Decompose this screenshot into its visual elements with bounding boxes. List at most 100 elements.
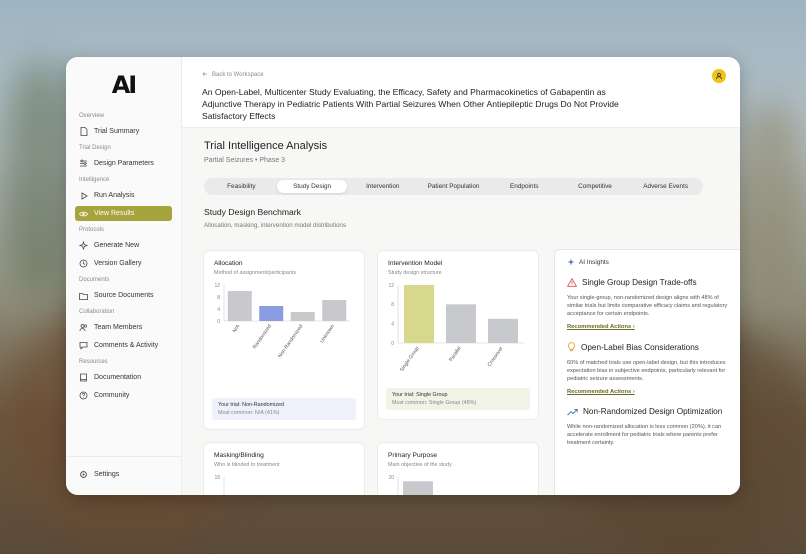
nav-section-heading: Intelligence: [79, 177, 110, 183]
x-tick-label: Non-Randomized: [277, 324, 304, 359]
allocation-trial-box: Your trial: Non-Randomized Most common: …: [212, 398, 356, 420]
tab-patient-population[interactable]: Patient Population: [418, 180, 489, 193]
nav-section: Collaboration Team Members Comments & Acti…: [66, 309, 181, 353]
x-tick-label: N/A: [232, 323, 242, 334]
ai-insights-title: AI Insights: [579, 258, 609, 266]
analysis-subtitle: Partial Seizures • Phase 3: [204, 157, 286, 164]
most-common-value: N/A (41%): [254, 410, 280, 416]
allocation-chart: 0 4 8 12 N/A Randomized Non-Randomized Unknown: [214, 283, 350, 359]
nav-section: Resources Documentation Community: [66, 359, 181, 403]
nav-section-heading: Documents: [79, 277, 110, 283]
tab-adverse-events[interactable]: Adverse Events: [630, 180, 701, 193]
insight-item: Open-Label Bias Considerations 60% of mat…: [567, 342, 728, 395]
sidebar-item-design-parameters[interactable]: Design Parameters: [66, 156, 181, 171]
back-link[interactable]: Back to Workspace: [202, 71, 720, 79]
chat-icon: [79, 341, 88, 350]
masking-subtitle: Who is blinded to treatment: [214, 462, 280, 468]
sidebar-item-label: Documentation: [94, 374, 142, 381]
sidebar-item-label: Community: [94, 392, 130, 399]
y-tick-label: 0: [217, 319, 220, 325]
sidebar-item-trial-summary[interactable]: Trial Summary: [66, 124, 181, 139]
sidebar-item-label: View Results: [94, 210, 135, 217]
trial-title: An Open-Label, Multicenter Study Evaluat…: [202, 87, 619, 121]
sidebar-item-label: Source Documents: [94, 292, 154, 299]
intervention-chart: 0 4 8 12 Single Group Parallel Crossover: [388, 283, 524, 371]
most-common-value: Single Group (48%): [428, 400, 477, 406]
sidebar-item-documentation[interactable]: Documentation: [66, 370, 181, 385]
masking-title: Masking/Blinding: [214, 452, 264, 459]
user-menu-button[interactable]: [712, 69, 726, 83]
intervention-title: Intervention Model: [388, 260, 443, 267]
insight-title: Single Group Design Trade-offs: [567, 278, 728, 287]
insight-title: Non-Randomized Design Optimization: [567, 407, 728, 416]
history-icon: [79, 259, 88, 268]
help-icon: [79, 391, 88, 400]
y-tick-label: 8: [391, 302, 394, 308]
sidebar-item-label: Version Gallery: [94, 260, 142, 267]
sidebar-item-team-members[interactable]: Team Members: [66, 320, 181, 335]
bar: [322, 300, 347, 321]
sidebar-item-label: Trial Summary: [94, 128, 140, 135]
logo-text: AI: [111, 71, 137, 99]
purpose-title: Primary Purpose: [388, 452, 438, 459]
app-logo[interactable]: AI: [66, 71, 181, 99]
warning-icon: [567, 278, 577, 287]
y-tick-label: 12: [214, 283, 220, 289]
nav-section: Protocols Generate New Version Gallery: [66, 227, 181, 271]
your-trial-label: Your trial:: [218, 402, 241, 408]
y-tick-label: 8: [217, 295, 220, 301]
tab-endpoints[interactable]: Endpoints: [489, 180, 560, 193]
sidebar-item-community[interactable]: Community: [66, 388, 181, 403]
intervention-card: Intervention Model Study design structur…: [377, 250, 539, 420]
ai-insights-header: AI Insights: [567, 258, 728, 266]
sidebar-item-settings[interactable]: Settings: [66, 467, 181, 482]
sidebar-item-run-analysis[interactable]: Run Analysis: [66, 188, 181, 203]
sidebar-item-view-results[interactable]: View Results: [75, 206, 172, 221]
file-icon: [79, 127, 88, 136]
y-tick-label: 0: [391, 341, 394, 347]
bar: [259, 306, 284, 321]
intervention-trial-box: Your trial: Single Group Most common: Si…: [386, 388, 530, 410]
recommended-actions-link[interactable]: Recommended Actions ›: [567, 324, 728, 330]
sidebar-item-label: Comments & Activity: [94, 342, 159, 349]
allocation-subtitle: Method of assignment/participants: [214, 270, 297, 276]
insight-item: Non-Randomized Design Optimization While …: [567, 407, 728, 447]
nav-section-heading: Trial Design: [79, 145, 111, 151]
bar: [404, 285, 434, 343]
settings-area: Settings: [66, 456, 181, 485]
x-tick-label: Single Group: [399, 346, 421, 371]
allocation-title: Allocation: [214, 260, 243, 267]
sidebar-item-version-gallery[interactable]: Version Gallery: [66, 256, 181, 271]
insights-list: Single Group Design Trade-offs Your singl…: [567, 278, 728, 447]
tab-study-design[interactable]: Study Design: [276, 180, 348, 193]
insight-title-text: Open-Label Bias Considerations: [581, 342, 699, 352]
section-subtitle: Allocation, masking, intervention model …: [204, 222, 347, 229]
insight-item: Single Group Design Trade-offs Your singl…: [567, 278, 728, 330]
sidebar-item-source-documents[interactable]: Source Documents: [66, 288, 181, 303]
eye-icon: [79, 209, 88, 218]
user-icon: [715, 67, 723, 85]
insight-title: Open-Label Bias Considerations: [567, 342, 728, 352]
most-common-label: Most common:: [392, 400, 428, 406]
sidebar-item-label: Design Parameters: [94, 160, 154, 167]
insight-body: While non-randomized allocation is less …: [567, 424, 722, 446]
sidebar-nav: Overview Trial Summary Trial Design Design …: [66, 113, 181, 403]
section-title: Study Design Benchmark: [204, 207, 301, 217]
bar: [403, 481, 433, 495]
sparkle-icon: [79, 241, 88, 250]
book-icon: [79, 373, 88, 382]
bar: [488, 318, 518, 343]
tab-competitive[interactable]: Competitive: [560, 180, 631, 193]
sliders-icon: [79, 159, 88, 168]
sidebar-item-generate-new[interactable]: Generate New: [66, 238, 181, 253]
x-tick-label: Unknown: [319, 324, 336, 345]
tab-intervention[interactable]: Intervention: [347, 180, 418, 193]
recommended-actions-link[interactable]: Recommended Actions ›: [567, 389, 728, 395]
nav-section-heading: Protocols: [79, 227, 105, 233]
sidebar-item-label: Run Analysis: [94, 192, 135, 199]
sidebar-item-label: Generate New: [94, 242, 140, 249]
ai-insights-panel: AI Insights Single Group Design Trade-of…: [554, 249, 740, 495]
sidebar-item-comments-activity[interactable]: Comments & Activity: [66, 338, 181, 353]
tab-feasibility[interactable]: Feasibility: [206, 180, 277, 193]
purpose-card: Primary Purpose Main objective of the st…: [377, 442, 539, 495]
